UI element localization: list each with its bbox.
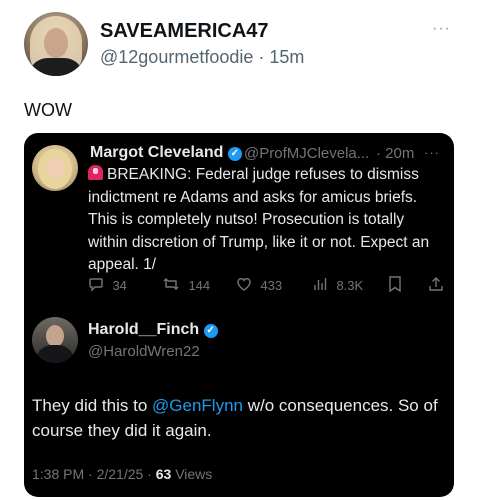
like-button[interactable]: 433 [236, 276, 282, 297]
comment-icon [88, 278, 108, 296]
quoted-reply-text: BREAKING: Federal judge refuses to dismi… [88, 164, 440, 277]
views-bar-icon [312, 278, 332, 296]
post-text: WOW [24, 100, 72, 120]
quoted-post-timestamp[interactable]: 1:38 PM · 2/21/25 · [32, 466, 156, 482]
quoted-author[interactable]: Harold__Finch ✓ [88, 321, 218, 339]
repost-icon [162, 278, 184, 296]
quoted-reply-avatar[interactable] [32, 145, 78, 191]
quoted-author-avatar[interactable] [32, 317, 78, 363]
quoted-reply-author[interactable]: Margot Cleveland ✓ [90, 144, 242, 162]
quoted-author-handle[interactable]: @HaroldWren22 [88, 343, 200, 360]
quoted-post-meta: 1:38 PM · 2/21/25 · 63 Views [32, 466, 212, 482]
meta-separator: · [253, 47, 270, 67]
post-author-meta: @12gourmetfoodie · 15m [100, 47, 304, 68]
reply-count: 34 [112, 278, 127, 293]
post-time[interactable]: 15m [269, 47, 304, 67]
quoted-views-label: Views [171, 466, 213, 482]
verified-badge-icon: ✓ [203, 324, 218, 338]
post-author-avatar[interactable] [24, 12, 88, 76]
share-icon [428, 277, 444, 296]
post-author-name[interactable]: SAVEAMERICA47 [100, 20, 269, 43]
post-author-handle[interactable]: @12gourmetfoodie [100, 47, 253, 67]
quoted-author-name[interactable]: Harold__Finch [88, 321, 199, 338]
quoted-reply-handle[interactable]: @ProfMJClevela... [244, 145, 369, 162]
bookmark-icon [388, 276, 402, 296]
heart-icon [236, 278, 256, 296]
share-button[interactable] [428, 276, 448, 297]
quoted-reply-text-content: BREAKING: Federal judge refuses to dismi… [88, 166, 430, 273]
bookmark-button[interactable] [388, 276, 406, 297]
reply-button[interactable]: 34 [88, 276, 127, 297]
quoted-reply-time[interactable]: 20m [385, 145, 414, 162]
views-button[interactable]: 8.3K [312, 276, 363, 297]
more-options-icon[interactable]: ··· [432, 20, 451, 38]
repost-count: 144 [188, 278, 211, 293]
like-count: 433 [260, 278, 283, 293]
quoted-text-before: They did this to [32, 396, 153, 415]
repost-button[interactable]: 144 [162, 276, 210, 297]
meta-separator: · [376, 145, 386, 162]
quoted-post-text: They did this to @GenFlynn w/o consequen… [32, 393, 450, 443]
views-count: 8.3K [336, 278, 364, 293]
quoted-reply-time-wrap: · 20m [376, 145, 414, 162]
mention-link[interactable]: @GenFlynn [152, 396, 243, 415]
quoted-view-count: 63 [155, 466, 172, 482]
quoted-reply-author-name[interactable]: Margot Cleveland [90, 144, 223, 161]
siren-emoji-icon [88, 165, 103, 180]
verified-badge-icon: ✓ [227, 147, 242, 161]
quoted-more-options-icon[interactable]: ··· [424, 145, 440, 160]
